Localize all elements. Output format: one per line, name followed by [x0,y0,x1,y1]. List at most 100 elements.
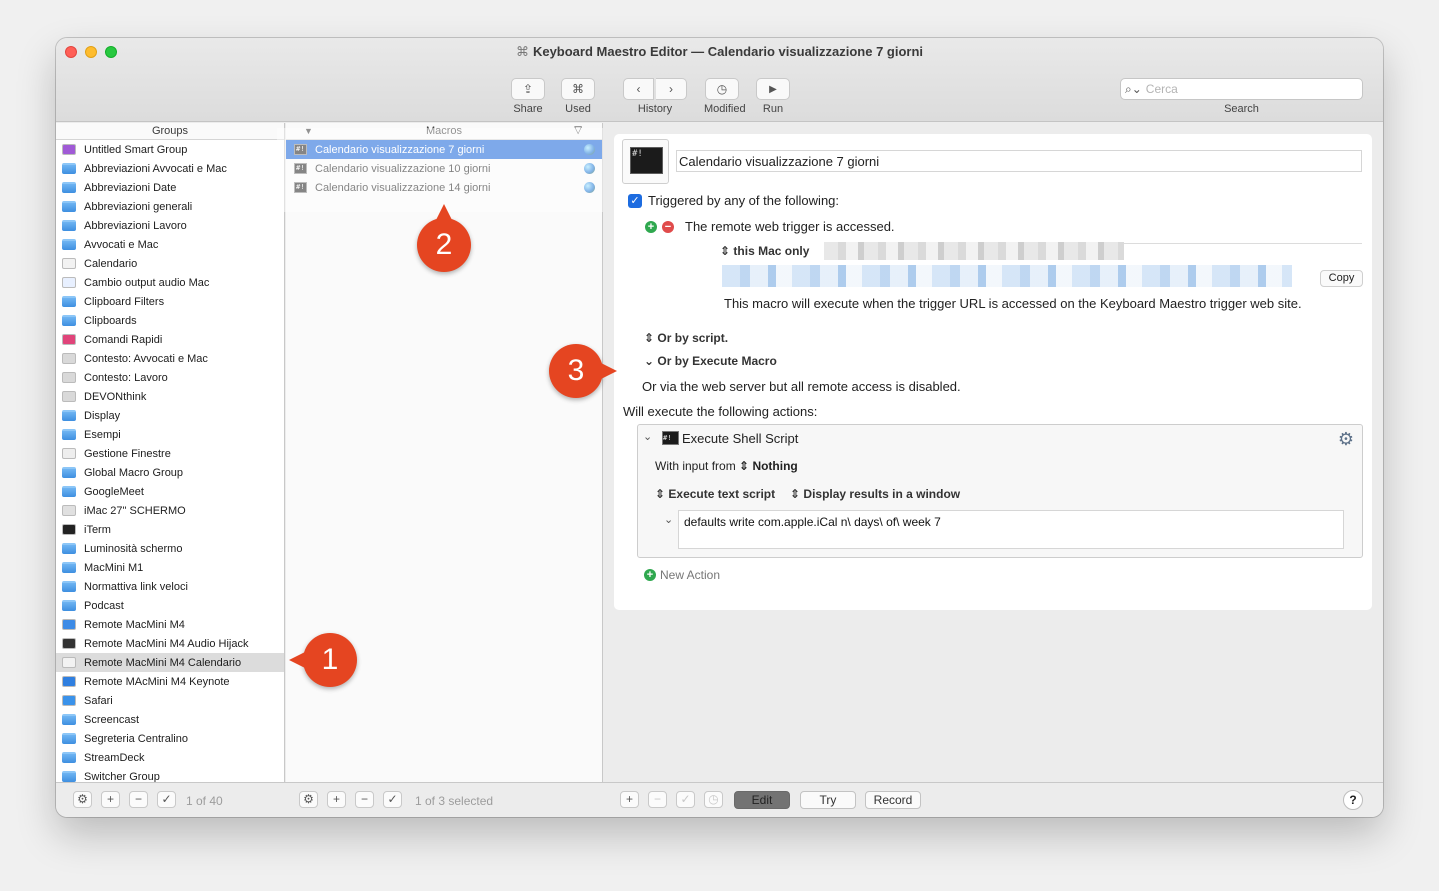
remove-macro-button[interactable]: − [355,791,374,808]
group-label: DEVONthink [84,390,147,403]
folder-icon [62,771,76,782]
script-text-area[interactable]: defaults write com.apple.iCal n\ days\ o… [678,510,1344,549]
try-button[interactable]: Try [800,791,856,809]
or-by-execute-disclosure[interactable]: ⌄ Or by Execute Macro [644,354,777,368]
search-input[interactable] [1145,82,1346,96]
new-action-button[interactable]: + New Action [644,568,720,582]
macro-icon-well[interactable]: #! [622,139,669,184]
group-item[interactable]: Remote MacMini M4 Calendario [56,653,284,672]
group-item[interactable]: Untitled Smart Group [56,140,284,159]
forward-icon[interactable]: › [656,78,687,100]
group-item[interactable]: Clipboards [56,311,284,330]
share-toolbar-item[interactable]: ⇪ Share [511,78,545,115]
group-gear-icon[interactable]: ⚙ [73,791,92,808]
group-item[interactable]: Abbreviazioni Avvocati e Mac [56,159,284,178]
group-item[interactable]: MacMini M1 [56,558,284,577]
group-item[interactable]: GoogleMeet [56,482,284,501]
shell-script-action[interactable]: ⌄ #! Execute Shell Script ⚙ With input f… [637,424,1363,558]
enable-group-checkbox[interactable]: ✓ [157,791,176,808]
or-by-script-disclosure[interactable]: ⇕ Or by script. [644,331,728,345]
chevron-down-icon[interactable]: ⌄ [664,513,673,526]
remove-group-button[interactable]: − [129,791,148,808]
group-item[interactable]: Global Macro Group [56,463,284,482]
add-trigger-icon[interactable]: + [645,221,657,233]
group-item[interactable]: Display [56,406,284,425]
remove-trigger-icon[interactable]: − [662,221,674,233]
command-icon[interactable]: ⌘ [561,78,595,100]
clock-icon[interactable]: ◷ [705,78,739,100]
shortcuts-icon [62,334,76,345]
enable-macro-checkbox[interactable]: ✓ [383,791,402,808]
copy-url-button[interactable]: Copy [1320,270,1363,287]
record-button[interactable]: Record [865,791,921,809]
group-item[interactable]: Cambio output audio Mac [56,273,284,292]
script-mode-popup[interactable]: ⇕ Execute text script [655,487,775,501]
folder-icon [62,486,76,497]
group-item[interactable]: iMac 27" SCHERMO [56,501,284,520]
group-item[interactable]: Podcast [56,596,284,615]
input-popup[interactable]: ⇕ Nothing [739,459,798,473]
groups-header[interactable]: Groups [56,123,284,140]
folder-icon [62,752,76,763]
remove-action-button[interactable]: − [648,791,667,808]
help-button[interactable]: ? [1343,790,1363,810]
group-item[interactable]: Normattiva link veloci [56,577,284,596]
run-toolbar-item[interactable]: ▶ Run [756,78,790,115]
group-item[interactable]: Gestione Finestre [56,444,284,463]
group-item[interactable]: DEVONthink [56,387,284,406]
web-server-note: Or via the web server but all remote acc… [642,379,961,394]
action-clock-icon[interactable]: ◷ [704,791,723,808]
group-item[interactable]: Safari [56,691,284,710]
group-item[interactable]: Contesto: Avvocati e Mac [56,349,284,368]
group-item[interactable]: Abbreviazioni Date [56,178,284,197]
group-item[interactable]: Comandi Rapidi [56,330,284,349]
edit-button[interactable]: Edit [734,791,790,809]
add-group-button[interactable]: + [101,791,120,808]
group-item[interactable]: Esempi [56,425,284,444]
back-icon[interactable]: ‹ [623,78,654,100]
trigger-description: The remote web trigger is accessed. [685,219,895,234]
group-label: Podcast [84,599,124,612]
add-action-button[interactable]: + [620,791,639,808]
folder-icon [62,581,76,592]
group-item[interactable]: Clipboard Filters [56,292,284,311]
window-title: ⌘ Keyboard Maestro Editor — Calendario vi… [515,44,924,59]
app-icon [62,372,76,383]
folder-icon [62,315,76,326]
trigger-checkbox[interactable]: ✓ [628,194,642,208]
macro-name-field[interactable]: Calendario visualizzazione 7 giorni [676,150,1362,172]
smart-group-icon [62,144,76,155]
enable-action-checkbox[interactable]: ✓ [676,791,695,808]
share-icon[interactable]: ⇪ [511,78,545,100]
search-field[interactable]: ⌕⌄ [1120,78,1363,100]
used-toolbar-item[interactable]: ⌘ Used [561,78,595,115]
macro-gear-icon[interactable]: ⚙ [299,791,318,808]
play-icon[interactable]: ▶ [756,78,790,100]
group-item[interactable]: Remote MacMini M4 [56,615,284,634]
group-item[interactable]: Abbreviazioni Lavoro [56,216,284,235]
group-item[interactable]: Abbreviazioni generali [56,197,284,216]
scope-popup[interactable]: ⇕ this Mac only [720,244,809,258]
history-toolbar-item[interactable]: ‹ › History [622,78,688,115]
modified-toolbar-item[interactable]: ◷ Modified [704,78,746,115]
chevron-down-icon[interactable]: ⌄ [643,430,652,443]
group-item[interactable]: iTerm [56,520,284,539]
group-item[interactable]: Contesto: Lavoro [56,368,284,387]
gear-icon[interactable]: ⚙ [1338,429,1354,450]
group-item[interactable]: Screencast [56,710,284,729]
group-item[interactable]: Segreteria Centralino [56,729,284,748]
group-item[interactable]: Calendario [56,254,284,273]
group-item[interactable]: StreamDeck [56,748,284,767]
redacted-url-part-1 [824,242,1124,260]
group-label: StreamDeck [84,751,145,764]
group-label: GoogleMeet [84,485,144,498]
group-label: iTerm [84,523,111,536]
group-item[interactable]: Avvocati e Mac [56,235,284,254]
group-item[interactable]: Remote MAcMini M4 Keynote [56,672,284,691]
group-item[interactable]: Luminosità schermo [56,539,284,558]
add-macro-button[interactable]: + [327,791,346,808]
group-item[interactable]: Remote MacMini M4 Audio Hijack [56,634,284,653]
output-popup[interactable]: ⇕ Display results in a window [790,487,960,501]
group-label: Remote MacMini M4 Audio Hijack [84,637,249,650]
trigger-note: This macro will execute when the trigger… [724,296,1302,311]
